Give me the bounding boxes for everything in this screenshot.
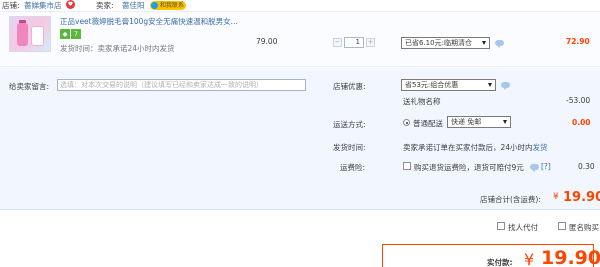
shipping-note: 发货时间：卖家承诺24小时内发货 — [60, 44, 175, 53]
payment-label: 实付款: — [487, 258, 513, 267]
shipping-amount: 0.00 — [572, 118, 591, 127]
anonymous-purchase-label: 匿名购买 — [569, 223, 599, 232]
insurance-checkbox[interactable] — [403, 162, 411, 170]
store-promo-label: 店铺优惠: — [333, 82, 366, 91]
product-tags: ◆ 7 — [60, 29, 82, 39]
proxy-pay-checkbox[interactable] — [497, 222, 505, 230]
discount-info-icon[interactable] — [495, 40, 504, 48]
delivery-promise-text: 卖家承诺订单在买家付款后，24小时内 — [403, 143, 533, 152]
store-total-amount: 19.90 — [563, 190, 600, 205]
chevron-down-icon — [488, 83, 492, 87]
store-promo-value: 省53元:组合优惠 — [405, 81, 459, 89]
item-discount-select[interactable]: 已省6.10元:临期清仓 — [401, 37, 490, 49]
seller-label: 卖家: — [96, 1, 114, 10]
store-total-label: 店铺合计(含运费): — [480, 195, 541, 204]
payment-currency: ¥ — [524, 250, 535, 267]
payment-amount: 19.90 — [541, 247, 600, 267]
product-thumbnail[interactable] — [9, 16, 51, 52]
promo-amount: -53.00 — [566, 96, 591, 105]
store-label: 店铺: — [2, 1, 20, 10]
standard-delivery-radio[interactable] — [403, 119, 410, 126]
chevron-down-icon — [503, 120, 507, 124]
insurance-label: 运费险: — [340, 163, 366, 172]
unit-price: 79.00 — [256, 37, 278, 46]
store-promo-select[interactable]: 省53元:组合优惠 — [401, 79, 496, 91]
message-label: 给卖家留言: — [9, 82, 50, 91]
gift-name: 送礼物名称 — [403, 97, 441, 106]
insurance-help-link[interactable]: [?] — [541, 162, 551, 171]
store-name-link[interactable]: 蔷娣集市店 — [24, 0, 62, 11]
shipping-method-label: 运送方式: — [333, 120, 366, 129]
delivery-link[interactable]: 发货 — [533, 143, 548, 152]
anonymous-purchase-checkbox[interactable] — [558, 222, 566, 230]
insurance-info-icon[interactable] — [530, 164, 539, 172]
message-to-seller-input[interactable]: 选填：对本次交易的说明（建议填写已经和卖家达成一致的说明） — [57, 79, 306, 91]
standard-delivery-label: 普通配送 — [413, 119, 443, 128]
shipping-method-value: 快递 免邮 — [451, 118, 482, 126]
wangwang-icon — [151, 2, 158, 9]
item-discount-value: 已省6.10元:临期清仓 — [405, 39, 472, 47]
store-credit-icon: ♥ — [66, 0, 75, 9]
chevron-down-icon — [482, 41, 486, 45]
quantity-decrease-button[interactable]: − — [333, 38, 342, 47]
item-subtotal: 72.90 — [566, 37, 590, 46]
bottle-shape — [17, 23, 28, 46]
contact-seller-label: 和我联系 — [160, 2, 185, 9]
promo-info-icon[interactable] — [501, 82, 510, 90]
contact-seller-button[interactable]: 和我联系 — [150, 1, 187, 10]
store-total-currency: ¥ — [553, 192, 559, 202]
order-item-row: 正品veet薇婷脱毛膏100g安全无痛快速温和脱男女... ◆ 7 发货时间：卖家… — [0, 11, 600, 67]
quantity-input[interactable]: 1 — [344, 37, 364, 48]
seller-name-link[interactable]: 蔷佳阳 — [122, 0, 145, 11]
service-tag-icon[interactable]: ◆ — [60, 29, 70, 39]
insurance-amount: 0.30 — [578, 162, 595, 171]
seven-day-return-icon[interactable]: 7 — [71, 29, 81, 39]
store-header: 店铺: 蔷娣集市店 ♥ 卖家: 蔷佳阳 和我联系 — [0, 0, 600, 10]
shipping-method-select[interactable]: 快递 免邮 — [447, 116, 511, 128]
delivery-time-label: 发货时间: — [333, 143, 366, 152]
insurance-text: 购买退货运费险，退货可赔付9元 — [414, 163, 524, 172]
box-shape — [31, 26, 44, 46]
product-title-link[interactable]: 正品veet薇婷脱毛膏100g安全无痛快速温和脱男女... — [60, 16, 238, 27]
delivery-time-text: 卖家承诺订单在买家付款后，24小时内发货 — [403, 142, 548, 153]
proxy-pay-label: 找人代付 — [508, 223, 538, 232]
quantity-increase-button[interactable]: + — [366, 38, 375, 47]
